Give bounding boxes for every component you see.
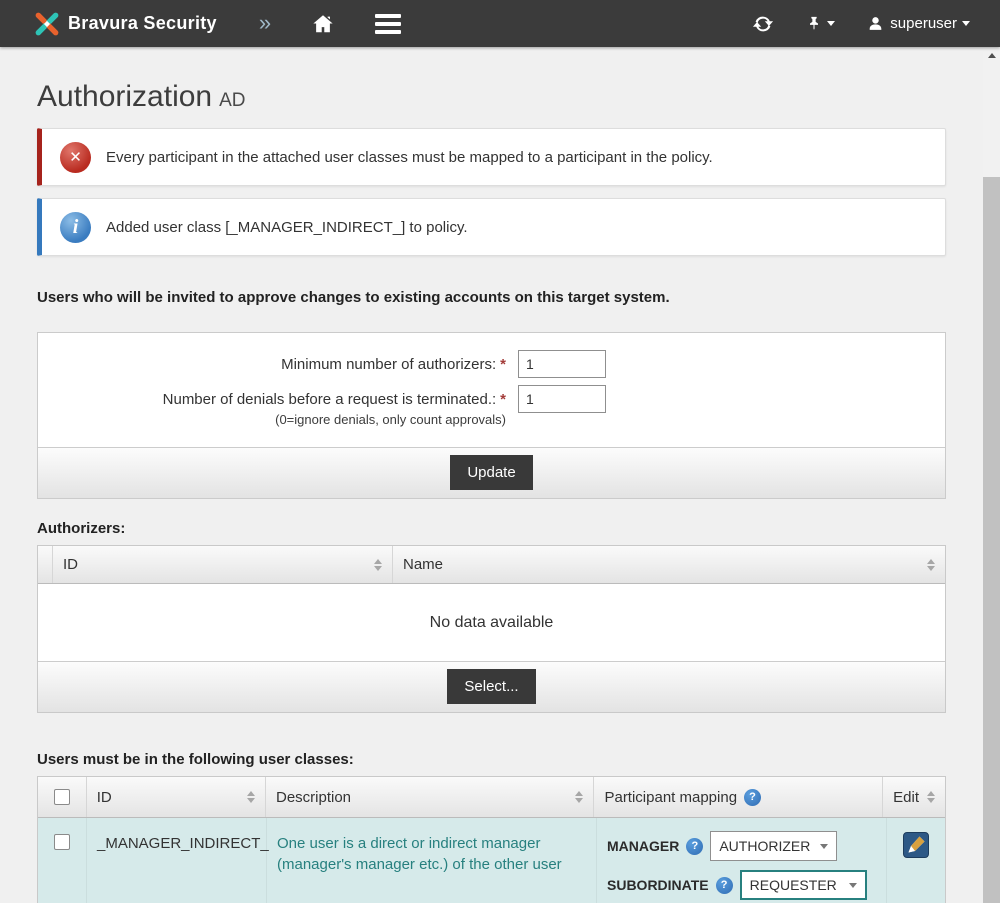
- user-menu[interactable]: superuser: [867, 15, 970, 32]
- error-alert: ✕ Every participant in the attached user…: [37, 128, 946, 186]
- subordinate-label: SUBORDINATE: [607, 877, 709, 893]
- pin-caret-icon: [827, 21, 835, 26]
- menu-icon[interactable]: [375, 14, 401, 34]
- scrollbar-thumb[interactable]: [983, 177, 1000, 903]
- user-class-description: One user is a direct or indirect manager…: [266, 818, 596, 903]
- denials-row: Number of denials before a request is te…: [38, 385, 945, 428]
- help-icon[interactable]: ?: [686, 838, 703, 855]
- select-authorizers-button[interactable]: Select...: [447, 669, 535, 704]
- authorizers-label: Authorizers:: [37, 520, 946, 537]
- user-classes-table: ID Description Participant mapping ? Edi…: [37, 776, 946, 903]
- select-all-cell: [38, 777, 86, 817]
- select-all-checkbox[interactable]: [54, 789, 70, 805]
- info-alert: i Added user class [_MANAGER_INDIRECT_] …: [37, 198, 946, 256]
- app-window: Bravura Security »: [0, 0, 1000, 903]
- refresh-icon[interactable]: [752, 13, 774, 35]
- user-name: superuser: [890, 15, 957, 32]
- main-content: Authorization AD ✕ Every participant in t…: [37, 80, 946, 903]
- brand-name: Bravura Security: [68, 13, 217, 34]
- help-icon[interactable]: ?: [716, 877, 733, 894]
- column-header-edit[interactable]: Edit: [882, 777, 945, 817]
- subordinate-mapping-select[interactable]: REQUESTER: [740, 870, 867, 900]
- chevron-down-icon: [820, 844, 828, 849]
- row-checkbox-cell: [38, 818, 86, 903]
- error-icon: ✕: [60, 142, 91, 173]
- authorizers-table-header: ID Name: [38, 546, 945, 584]
- page-title: Authorization AD: [37, 80, 946, 114]
- help-icon[interactable]: ?: [744, 789, 761, 806]
- authorizer-settings-panel: Minimum number of authorizers:* Number o…: [37, 332, 946, 499]
- min-authorizers-label: Minimum number of authorizers:*: [38, 350, 506, 375]
- bravura-logo-icon: [34, 11, 60, 37]
- sort-icon[interactable]: [919, 791, 935, 803]
- sort-icon[interactable]: [366, 559, 382, 571]
- user-caret-icon: [962, 21, 970, 26]
- manager-mapping-select[interactable]: AUTHORIZER: [710, 831, 837, 861]
- page-title-text: Authorization: [37, 80, 212, 113]
- expand-breadcrumb-icon[interactable]: »: [259, 10, 271, 36]
- sort-icon[interactable]: [919, 559, 935, 571]
- edit-cell: [886, 818, 945, 903]
- column-header-id[interactable]: ID: [86, 777, 265, 817]
- authorizers-footer: Select...: [38, 661, 945, 712]
- error-alert-text: Every participant in the attached user c…: [106, 149, 713, 166]
- row-checkbox[interactable]: [54, 834, 70, 850]
- user-classes-table-header: ID Description Participant mapping ? Edi…: [38, 777, 945, 818]
- brand-home-link[interactable]: Bravura Security: [34, 11, 217, 37]
- denials-label: Number of denials before a request is te…: [38, 385, 506, 428]
- sort-icon[interactable]: [239, 791, 255, 803]
- authorizers-table: ID Name No data available Select...: [37, 545, 946, 713]
- participant-mapping-cell: MANAGER ? AUTHORIZER SUBORDINATE ? REQUE…: [596, 818, 886, 903]
- page-scrollbar[interactable]: [983, 47, 1000, 903]
- user-classes-label: Users must be in the following user clas…: [37, 751, 946, 768]
- column-header-participant-mapping: Participant mapping ?: [593, 777, 882, 817]
- info-alert-text: Added user class [_MANAGER_INDIRECT_] to…: [106, 219, 468, 236]
- home-icon[interactable]: [311, 13, 335, 35]
- pin-icon: [806, 14, 822, 33]
- denials-input[interactable]: [518, 385, 606, 413]
- user-class-id: _MANAGER_INDIRECT_: [86, 818, 266, 903]
- settings-footer: Update: [38, 447, 945, 498]
- column-header-description[interactable]: Description: [265, 777, 593, 817]
- sort-icon[interactable]: [567, 791, 583, 803]
- section-description: Users who will be invited to approve cha…: [37, 289, 946, 306]
- chevron-down-icon: [849, 883, 857, 888]
- spacer-column: [38, 546, 52, 583]
- empty-table-message: No data available: [38, 584, 945, 661]
- user-class-row: _MANAGER_INDIRECT_ One user is a direct …: [38, 818, 945, 903]
- manager-label: MANAGER: [607, 838, 679, 854]
- update-settings-button[interactable]: Update: [450, 455, 532, 490]
- min-authorizers-row: Minimum number of authorizers:*: [38, 350, 945, 378]
- pin-menu[interactable]: [806, 14, 835, 33]
- edit-row-icon[interactable]: [903, 832, 929, 903]
- scrollbar-up-arrow[interactable]: [983, 47, 1000, 64]
- column-header-id[interactable]: ID: [52, 546, 392, 583]
- info-icon: i: [60, 212, 91, 243]
- denials-hint: (0=ignore denials, only count approvals): [38, 412, 506, 429]
- page-subtitle: AD: [219, 90, 245, 111]
- min-authorizers-input[interactable]: [518, 350, 606, 378]
- subordinate-mapping-row: SUBORDINATE ? REQUESTER: [607, 870, 876, 900]
- user-icon: [867, 15, 884, 32]
- column-header-name[interactable]: Name: [392, 546, 945, 583]
- top-navbar: Bravura Security »: [0, 0, 1000, 47]
- manager-mapping-row: MANAGER ? AUTHORIZER: [607, 831, 876, 861]
